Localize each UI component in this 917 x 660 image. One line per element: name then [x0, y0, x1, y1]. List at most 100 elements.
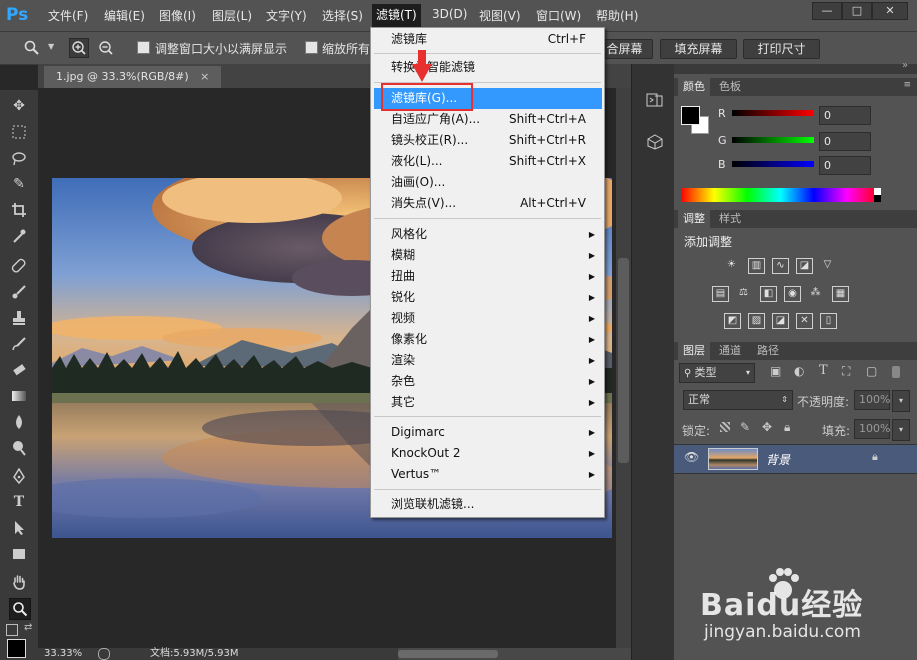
tab-channels[interactable]: 通道	[714, 342, 746, 360]
tab-color[interactable]: 颜色	[678, 78, 710, 96]
menuitem-filter-gallery-last[interactable]: 滤镜库 Ctrl+F	[371, 29, 604, 50]
lock-pixels-icon[interactable]: ✎	[740, 420, 750, 434]
vibrance-icon[interactable]: ▽	[820, 258, 835, 272]
menuitem-knockout[interactable]: KnockOut 2 ▶	[371, 443, 604, 464]
menuitem-convert-smart-filters[interactable]: 转换为智能滤镜	[371, 57, 604, 78]
menuitem-digimarc[interactable]: Digimarc ▶	[371, 422, 604, 443]
opacity-dropdown-icon[interactable]: ▾	[892, 390, 910, 412]
eye-visibility-icon[interactable]: 👁︎	[684, 450, 699, 464]
menu-image[interactable]: 图像(I)	[159, 7, 196, 24]
default-colors-icon[interactable]	[6, 624, 18, 636]
threshold-icon[interactable]: ◪	[772, 313, 789, 329]
menuitem-noise[interactable]: 杂色 ▶	[371, 371, 604, 392]
menuitem-lens-correction[interactable]: 镜头校正(R)... Shift+Ctrl+R	[371, 130, 604, 151]
lasso-tool-icon[interactable]	[9, 148, 29, 168]
photo-filter-icon[interactable]: ◉	[784, 286, 801, 302]
fill-field[interactable]: 100%	[854, 419, 890, 439]
menu-edit[interactable]: 编辑(E)	[104, 7, 145, 24]
menuitem-video[interactable]: 视频 ▶	[371, 308, 604, 329]
crop-tool-icon[interactable]	[9, 200, 29, 220]
maximize-button[interactable]: □	[842, 2, 872, 20]
hand-tool-icon[interactable]	[9, 572, 29, 592]
history-brush-tool-icon[interactable]	[9, 334, 29, 354]
posterize-icon[interactable]: ▨	[748, 313, 765, 329]
lock-all-icon[interactable]: 🔒︎	[784, 420, 790, 435]
menu-view[interactable]: 视图(V)	[479, 7, 521, 24]
dodge-tool-icon[interactable]	[9, 438, 29, 458]
menuitem-distort[interactable]: 扭曲 ▶	[371, 266, 604, 287]
menu-help[interactable]: 帮助(H)	[596, 7, 638, 24]
zoom-in-icon[interactable]	[69, 38, 89, 58]
menu-select[interactable]: 选择(S)	[322, 7, 363, 24]
menuitem-blur[interactable]: 模糊 ▶	[371, 245, 604, 266]
tab-layers[interactable]: 图层	[678, 342, 710, 360]
resize-windows-checkbox[interactable]	[137, 41, 150, 54]
menu-layer[interactable]: 图层(L)	[212, 7, 252, 24]
eraser-tool-icon[interactable]	[9, 360, 29, 380]
marquee-tool-icon[interactable]	[9, 122, 29, 142]
brush-tool-icon[interactable]	[9, 282, 29, 302]
tab-styles[interactable]: 样式	[714, 210, 746, 228]
menuitem-vertus[interactable]: Vertus™ ▶	[371, 464, 604, 485]
quick-selection-tool-icon[interactable]: ✎	[9, 174, 29, 194]
layer-filter-kind-select[interactable]: ⚲ 类型 ▾	[679, 363, 755, 383]
menu-file[interactable]: 文件(F)	[48, 7, 88, 24]
color-spectrum-bar[interactable]	[681, 188, 880, 202]
menuitem-liquify[interactable]: 液化(L)... Shift+Ctrl+X	[371, 151, 604, 172]
panel-menu-icon[interactable]: ≡	[903, 80, 911, 90]
blend-mode-select[interactable]: 正常 ⇕	[683, 390, 793, 410]
green-slider[interactable]	[732, 137, 814, 143]
gradient-tool-icon[interactable]	[9, 386, 29, 406]
menuitem-oil-paint[interactable]: 油画(O)...	[371, 172, 604, 193]
zoom-tool-active-icon[interactable]	[9, 598, 31, 620]
levels-icon[interactable]: ▥	[748, 258, 765, 274]
vertical-scroll-thumb[interactable]	[618, 258, 629, 463]
adjustment-filter-icon[interactable]: ◐	[794, 364, 804, 378]
filter-toggle-switch[interactable]	[892, 366, 900, 378]
print-size-button[interactable]: 打印尺寸	[743, 39, 820, 59]
gradient-map-icon[interactable]: ▯	[820, 313, 837, 329]
healing-brush-tool-icon[interactable]	[9, 256, 29, 276]
menuitem-stylize[interactable]: 风格化 ▶	[371, 224, 604, 245]
foreground-color-swatch[interactable]	[7, 639, 26, 658]
invert-icon[interactable]: ◩	[724, 313, 741, 329]
red-slider[interactable]	[732, 110, 814, 116]
blue-value-field[interactable]: 0	[819, 156, 871, 175]
tool-preset-chevron-icon[interactable]: ▼	[48, 42, 54, 51]
smart-object-filter-icon[interactable]: ▢	[866, 364, 877, 378]
hue-saturation-icon[interactable]: ▤	[712, 286, 729, 302]
black-white-icon[interactable]: ◧	[760, 286, 777, 302]
menuitem-other[interactable]: 其它 ▶	[371, 392, 604, 413]
rectangle-tool-icon[interactable]	[9, 544, 29, 564]
zoom-tool-icon[interactable]	[24, 40, 40, 56]
minimize-button[interactable]: —	[812, 2, 842, 20]
lock-position-icon[interactable]: ✥	[762, 420, 772, 434]
menuitem-vanishing-point[interactable]: 消失点(V)... Alt+Ctrl+V	[371, 193, 604, 214]
swap-colors-icon[interactable]: ⇄	[24, 622, 32, 633]
color-balance-icon[interactable]: ⚖	[736, 286, 751, 300]
shape-filter-icon[interactable]: ⛶	[842, 364, 850, 379]
menu-filter[interactable]: 滤镜(T)	[372, 4, 421, 27]
fill-dropdown-icon[interactable]: ▾	[892, 419, 910, 441]
opacity-field[interactable]: 100%	[854, 390, 890, 410]
vertical-scrollbar[interactable]	[616, 88, 631, 648]
exposure-icon[interactable]: ◪	[796, 258, 813, 274]
pen-tool-icon[interactable]	[9, 466, 29, 486]
layer-row-background[interactable]: 👁︎ 背景 🔒︎	[674, 444, 917, 474]
menuitem-browse-filters-online[interactable]: 浏览联机滤镜...	[371, 494, 604, 515]
pixel-filter-icon[interactable]: ▣	[770, 364, 781, 378]
lock-transparency-icon[interactable]	[720, 422, 730, 432]
type-filter-icon[interactable]: T	[819, 363, 828, 378]
zoom-all-checkbox[interactable]	[305, 41, 318, 54]
color-lookup-icon[interactable]: ▦	[832, 286, 849, 302]
menuitem-sharpen[interactable]: 锐化 ▶	[371, 287, 604, 308]
collapse-panels-icon[interactable]: »	[902, 60, 908, 71]
blur-tool-icon[interactable]	[9, 412, 29, 432]
move-tool-icon[interactable]: ✥	[9, 96, 29, 116]
horizontal-scroll-thumb[interactable]	[398, 650, 498, 658]
menu-window[interactable]: 窗口(W)	[536, 7, 581, 24]
curves-icon[interactable]: ∿	[772, 258, 789, 274]
document-tab[interactable]: 1.jpg @ 33.3%(RGB/8#) ×	[44, 66, 222, 88]
path-selection-tool-icon[interactable]	[9, 518, 29, 538]
blue-slider[interactable]	[732, 161, 814, 167]
